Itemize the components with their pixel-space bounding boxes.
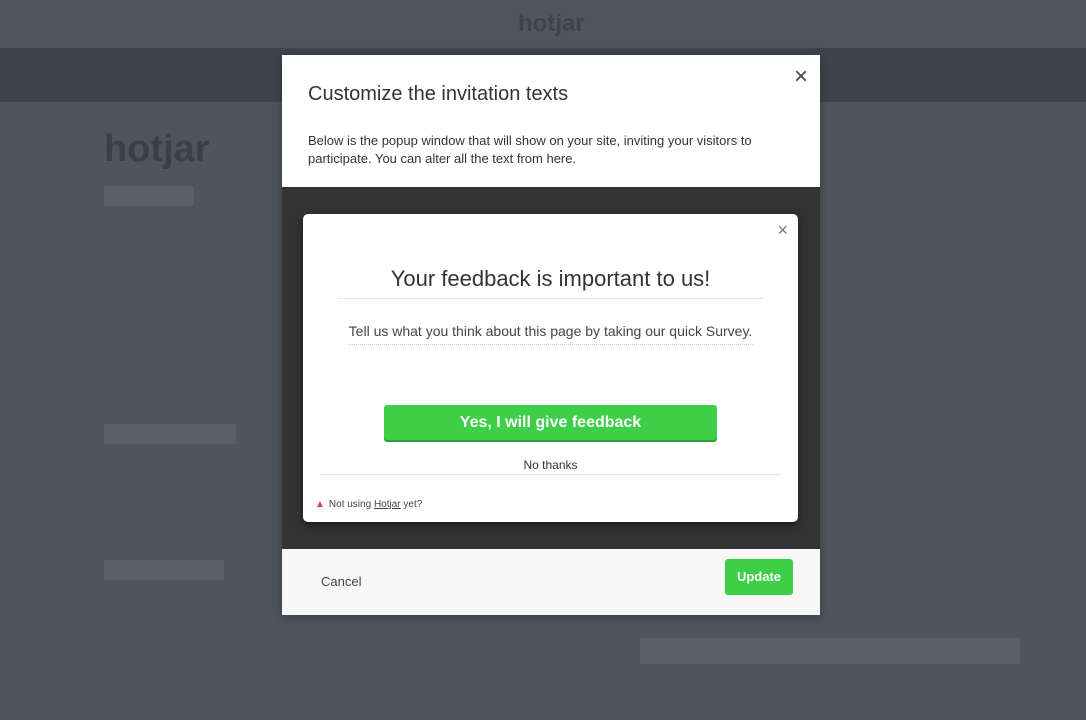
hotjar-link[interactable]: Hotjar [374, 499, 401, 510]
bg-block [640, 638, 1020, 664]
background-logo: hotjar [104, 128, 210, 170]
hotjar-logo: hotjar [518, 10, 585, 37]
popup-title[interactable]: Your feedback is important to us! [338, 266, 763, 299]
modal-description: Below is the popup window that will show… [308, 133, 752, 166]
bg-block [104, 186, 194, 206]
popup-close-icon[interactable]: × [777, 220, 788, 241]
no-thanks-button[interactable]: No thanks [320, 458, 781, 475]
feedback-popup: × Your feedback is important to us! Tell… [303, 214, 798, 522]
modal-title: Customize the invitation texts [308, 83, 569, 105]
top-bar: hotjar [0, 0, 1086, 48]
popup-text[interactable]: Tell us what you think about this page b… [348, 320, 753, 345]
update-button[interactable]: Update [725, 559, 793, 595]
yes-feedback-button[interactable]: Yes, I will give feedback [384, 405, 717, 440]
bg-block [104, 424, 236, 444]
hotjar-note: ▲ Not using Hotjar yet? [315, 499, 423, 510]
customize-modal: Customize the invitation texts Below is … [282, 55, 820, 615]
flame-icon: ▲ [315, 499, 325, 510]
popup-preview: × Your feedback is important to us! Tell… [282, 187, 820, 549]
close-icon[interactable]: × [794, 63, 808, 91]
bg-block [104, 560, 224, 580]
cancel-button[interactable]: Cancel [321, 574, 361, 589]
